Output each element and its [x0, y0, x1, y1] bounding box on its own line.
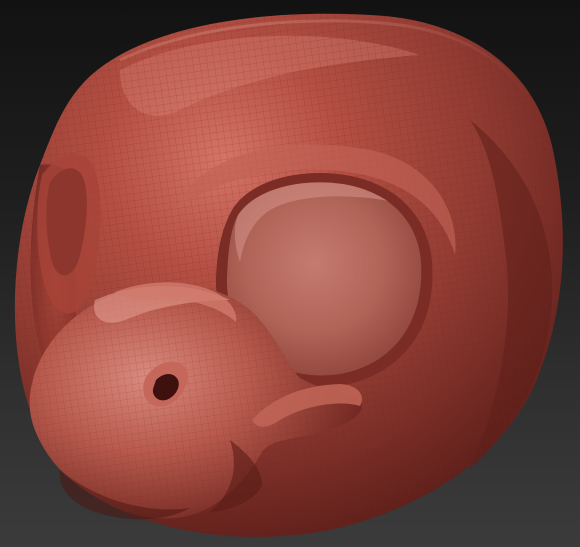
sculpt-viewport[interactable] — [0, 0, 580, 547]
sculpted-head-render — [14, 13, 563, 537]
